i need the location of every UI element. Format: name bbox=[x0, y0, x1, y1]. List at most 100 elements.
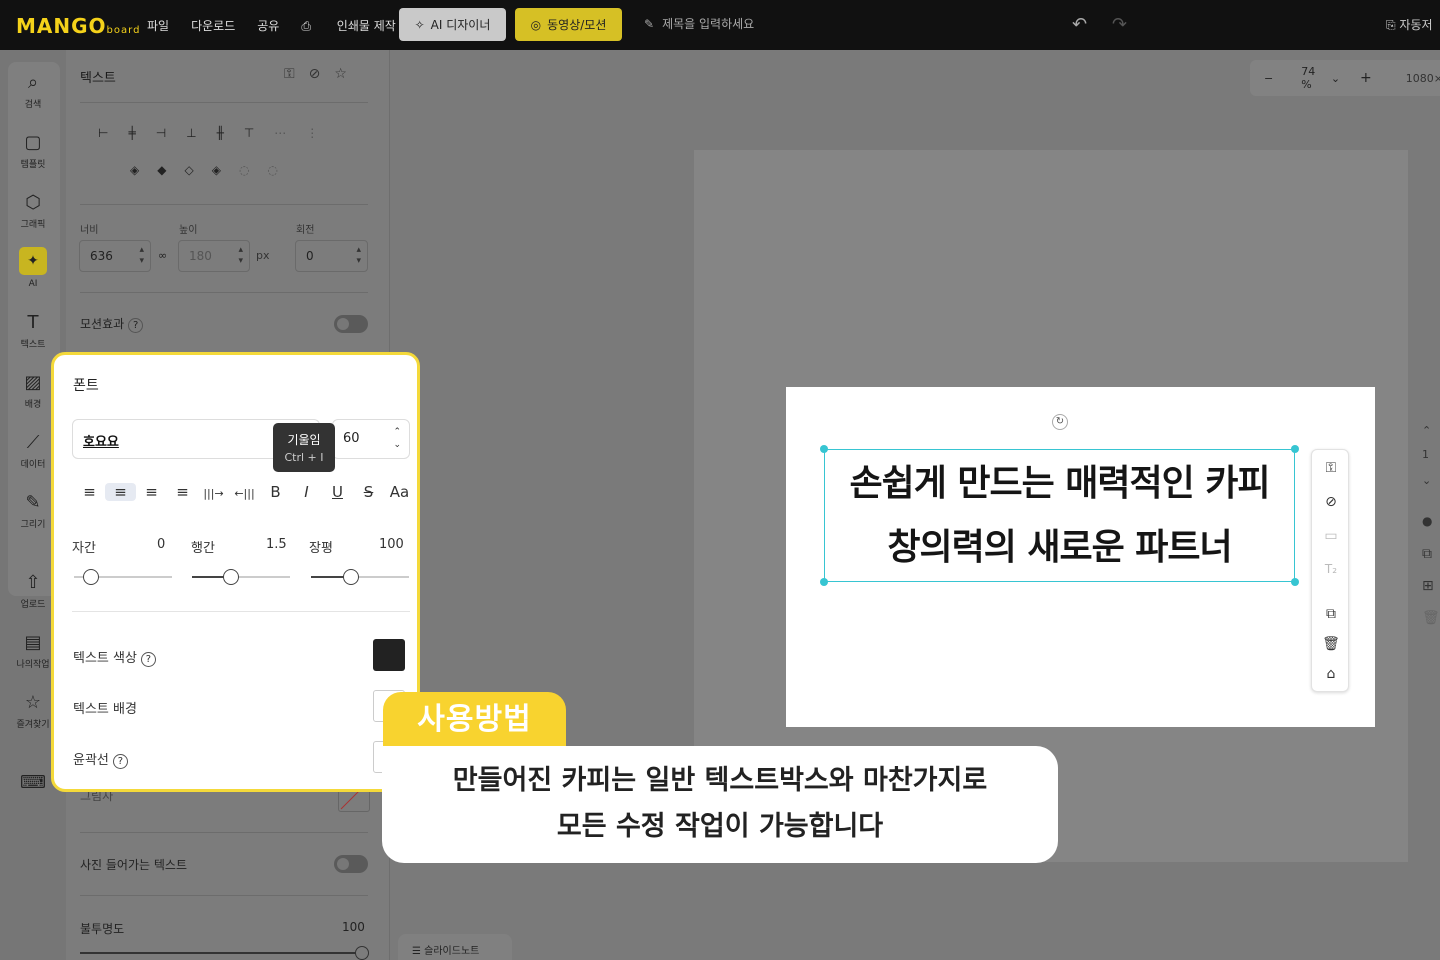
italic-icon[interactable]: I bbox=[291, 483, 322, 501]
stepper-icon[interactable]: ▴ ▾ bbox=[238, 245, 243, 267]
bold-icon[interactable]: B bbox=[260, 483, 291, 501]
subscript-icon[interactable]: T₂ bbox=[1312, 562, 1350, 576]
align-right-icon[interactable]: ≡ bbox=[136, 483, 167, 501]
width-input[interactable]: 636 ▴ ▾ bbox=[79, 240, 151, 272]
sidebar-label: 그래픽 bbox=[20, 220, 46, 230]
zoom-in-icon[interactable]: + bbox=[1360, 70, 1372, 86]
align-top-icon[interactable]: ⊤ bbox=[244, 126, 274, 140]
motion-effect-toggle[interactable] bbox=[334, 315, 368, 333]
stepper-icon[interactable]: ⌃ ⌄ bbox=[393, 426, 401, 452]
zoom-out-icon[interactable]: − bbox=[1264, 72, 1273, 85]
title-input[interactable]: ✎ 제목을 입력하세요 bbox=[644, 15, 754, 32]
stepper-icon[interactable]: ▴ ▾ bbox=[139, 245, 144, 267]
underline-icon[interactable]: U bbox=[322, 483, 353, 501]
logo[interactable]: MANGOboard bbox=[16, 14, 140, 38]
indent-icon[interactable]: |||→ bbox=[198, 487, 229, 500]
line-height-knob[interactable] bbox=[223, 569, 239, 585]
delete-page-icon[interactable]: 🗑 bbox=[1422, 610, 1440, 626]
sidebar-label: 데이터 bbox=[20, 460, 46, 470]
case-icon[interactable]: Aa bbox=[384, 483, 415, 501]
align-center-icon[interactable]: ≡ bbox=[105, 483, 136, 501]
unlink-icon[interactable]: ⊘ bbox=[309, 66, 335, 82]
scroll-down-icon[interactable]: ⌄ bbox=[1422, 474, 1431, 487]
help-icon[interactable]: ? bbox=[112, 754, 128, 769]
color-palette-icon[interactable]: ● bbox=[1422, 514, 1432, 528]
strikethrough-icon[interactable]: S bbox=[353, 483, 384, 501]
font-size-input[interactable]: 60 ⌃ ⌄ bbox=[332, 419, 410, 459]
layer-back-icon[interactable]: ◈ bbox=[212, 163, 239, 177]
add-page-icon[interactable]: ⊞ bbox=[1422, 578, 1434, 594]
sidebar-item-search[interactable]: ⌕ 검색 bbox=[0, 72, 66, 110]
photo-text-toggle[interactable] bbox=[334, 855, 368, 873]
height-input[interactable]: 180 ▴ ▾ bbox=[178, 240, 250, 272]
layer-backward-icon[interactable]: ◇ bbox=[184, 163, 211, 177]
justify-icon[interactable]: ≡ bbox=[167, 483, 198, 501]
chevron-down-icon[interactable]: ⌄ bbox=[1331, 72, 1340, 85]
sidebar-item-templates[interactable]: ▢ 템플릿 bbox=[0, 132, 66, 170]
rotate-input[interactable]: 0 ▴ ▾ bbox=[295, 240, 368, 272]
stepper-icon[interactable]: ▴ ▾ bbox=[356, 245, 361, 267]
sidebar-item-text[interactable]: T 텍스트 bbox=[0, 312, 66, 350]
autosave-toggle[interactable]: ⎘ 자동저 bbox=[1386, 16, 1433, 33]
opacity-slider-knob[interactable] bbox=[355, 946, 369, 960]
resize-handle[interactable] bbox=[1291, 578, 1299, 586]
menu-download[interactable]: 다운로드 bbox=[191, 17, 235, 34]
divider bbox=[80, 102, 368, 103]
align-left-icon[interactable]: ≡ bbox=[74, 483, 105, 501]
align-middle-icon[interactable]: ╫ bbox=[217, 126, 244, 140]
link-ratio-icon[interactable]: ∞ bbox=[158, 249, 167, 262]
paint-format-icon[interactable]: ⌂ bbox=[1312, 666, 1350, 682]
menu-file[interactable]: 파일 bbox=[147, 17, 169, 34]
selection-box[interactable] bbox=[824, 449, 1295, 582]
redo-icon[interactable]: ↷ bbox=[1112, 14, 1127, 35]
slide-note-tab[interactable]: ☰ 슬라이드노트 bbox=[398, 934, 512, 960]
sidebar-item-graphics[interactable]: ⬡ 그래픽 bbox=[0, 192, 66, 230]
layer-front-icon[interactable]: ◈ bbox=[130, 163, 157, 177]
distribute-v-icon[interactable]: ⋮ bbox=[306, 126, 338, 140]
ungroup-icon[interactable]: ◌ bbox=[267, 163, 295, 177]
width-label: 너비 bbox=[80, 225, 99, 236]
align-right-icon[interactable]: ⊣ bbox=[156, 126, 186, 140]
menu-share[interactable]: 공유 bbox=[257, 17, 279, 34]
rotate-handle-icon[interactable]: ↻ bbox=[1052, 414, 1068, 430]
lock-icon[interactable]: ⚿ bbox=[1312, 460, 1350, 476]
video-motion-button[interactable]: ◎ 동영상/모션 bbox=[515, 8, 622, 41]
resize-handle[interactable] bbox=[820, 578, 828, 586]
ai-icon-glyph: ✦ bbox=[19, 247, 47, 275]
align-center-icon[interactable]: ╪ bbox=[128, 126, 155, 140]
text-color-row: 텍스트 색상? bbox=[73, 647, 156, 667]
width-ratio-knob[interactable] bbox=[343, 569, 359, 585]
align-left-icon[interactable]: ⊢ bbox=[98, 126, 128, 140]
align-bottom-icon[interactable]: ⊥ bbox=[186, 126, 216, 140]
undo-icon[interactable]: ↶ bbox=[1072, 14, 1087, 35]
letter-spacing-knob[interactable] bbox=[83, 569, 99, 585]
unlink-icon[interactable]: ⊘ bbox=[1312, 494, 1350, 510]
layer-forward-icon[interactable]: ◆ bbox=[157, 163, 184, 177]
autosave-label: 자동저 bbox=[1399, 18, 1433, 32]
font-size-value: 60 bbox=[343, 431, 360, 446]
copy-page-icon[interactable]: ⧉ bbox=[1422, 546, 1432, 562]
scroll-up-icon[interactable]: ⌃ bbox=[1422, 424, 1431, 437]
resize-handle[interactable] bbox=[1291, 445, 1299, 453]
text-bg-label: 텍스트 배경 bbox=[73, 702, 137, 717]
layer-toolbar: ◈◆◇◈◌◌ bbox=[130, 163, 296, 177]
help-icon[interactable]: ? bbox=[128, 318, 144, 333]
instruction-line-1: 만들어진 카피는 일반 텍스트박스와 마찬가지로 bbox=[452, 765, 988, 796]
outdent-icon[interactable]: ←||| bbox=[229, 487, 260, 500]
duplicate-icon[interactable]: ⧉ bbox=[1312, 606, 1350, 622]
canvas-size[interactable]: 1080×1 bbox=[1406, 72, 1440, 85]
zoom-level[interactable]: 74 % bbox=[1301, 65, 1319, 91]
comment-icon[interactable]: ▭ bbox=[1312, 528, 1350, 544]
help-icon[interactable]: ? bbox=[140, 652, 156, 667]
distribute-h-icon[interactable]: ⋯ bbox=[274, 126, 306, 140]
ai-designer-button[interactable]: ✧ AI 디자이너 bbox=[399, 8, 506, 41]
group-icon[interactable]: ◌ bbox=[239, 163, 267, 177]
lock-icon[interactable]: ⚿ bbox=[284, 66, 309, 82]
text-color-swatch[interactable] bbox=[373, 639, 405, 671]
sidebar-item-ai[interactable]: ✦ AI bbox=[0, 247, 66, 289]
format-toolbar: ≡ ≡ ≡ ≡ |||→ ←||| B I U S Aa bbox=[74, 483, 415, 501]
resize-handle[interactable] bbox=[820, 445, 828, 453]
trash-icon[interactable]: 🗑 bbox=[1312, 636, 1350, 652]
opacity-slider-track[interactable] bbox=[80, 952, 362, 954]
favorite-star-icon[interactable]: ☆ bbox=[334, 66, 361, 82]
